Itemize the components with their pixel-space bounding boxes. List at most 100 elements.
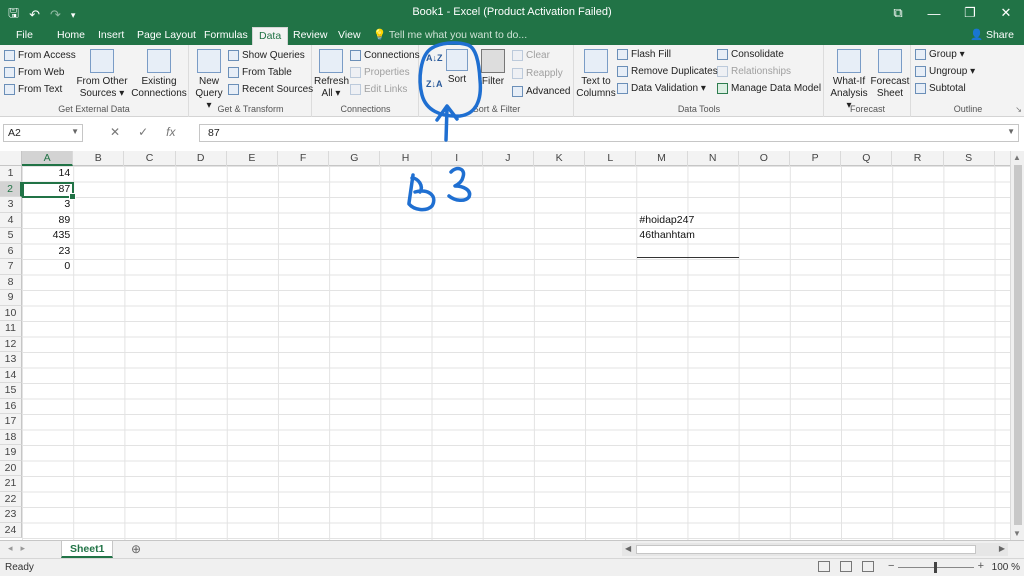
- tab-data[interactable]: Data: [252, 27, 289, 45]
- cancel-icon[interactable]: ✕: [110, 125, 120, 139]
- active-cell[interactable]: [22, 181, 76, 200]
- enter-icon[interactable]: ✓: [138, 125, 148, 139]
- recent-sources-button[interactable]: Recent Sources: [228, 84, 313, 95]
- column-header-b[interactable]: B: [73, 151, 125, 166]
- tab-file[interactable]: File: [10, 27, 39, 45]
- advanced-filter-button[interactable]: Advanced: [512, 86, 570, 97]
- row-header-8[interactable]: 8: [0, 274, 22, 290]
- scroll-down-icon[interactable]: ▼: [1013, 529, 1021, 538]
- column-header-j[interactable]: J: [483, 151, 534, 166]
- row-header-10[interactable]: 10: [0, 305, 22, 321]
- close-button[interactable]: ✕: [988, 0, 1024, 26]
- subtotal-button[interactable]: Subtotal: [915, 83, 966, 94]
- what-if-analysis-button[interactable]: What-If Analysis ▾: [828, 49, 870, 112]
- from-table-button[interactable]: From Table: [228, 67, 292, 78]
- properties-button[interactable]: Properties: [350, 67, 410, 78]
- column-header-k[interactable]: K: [534, 151, 586, 166]
- consolidate-button[interactable]: Consolidate: [717, 49, 784, 60]
- from-web-button[interactable]: From Web: [4, 67, 65, 78]
- sort-a-z-button[interactable]: A↓Z: [426, 53, 443, 63]
- cell-a4[interactable]: 89: [22, 213, 73, 229]
- chevron-down-icon[interactable]: ▼: [71, 127, 79, 136]
- vertical-scrollbar[interactable]: ▲ ▼: [1010, 151, 1024, 540]
- row-header-17[interactable]: 17: [0, 414, 22, 430]
- row-header-18[interactable]: 18: [0, 429, 22, 445]
- select-all-button[interactable]: [0, 151, 22, 166]
- row-header-24[interactable]: 24: [0, 522, 22, 538]
- column-header-p[interactable]: P: [790, 151, 842, 166]
- row-header-14[interactable]: 14: [0, 367, 22, 383]
- row-header-21[interactable]: 21: [0, 476, 22, 492]
- page-break-view-icon[interactable]: [862, 561, 874, 572]
- row-header-11[interactable]: 11: [0, 321, 22, 337]
- column-header-e[interactable]: E: [227, 151, 278, 166]
- row-header-6[interactable]: 6: [0, 243, 22, 259]
- from-other-sources-button[interactable]: From Other Sources ▾: [74, 49, 130, 100]
- hscroll-thumb[interactable]: [636, 545, 976, 554]
- share-button[interactable]: 👤 Share: [970, 28, 1014, 41]
- group-button[interactable]: Group ▾: [915, 49, 965, 60]
- scroll-left-icon[interactable]: ◀: [625, 544, 631, 553]
- column-header-q[interactable]: Q: [841, 151, 893, 166]
- cell-a7[interactable]: 0: [22, 259, 73, 275]
- manage-data-model-button[interactable]: Manage Data Model: [717, 83, 821, 94]
- scroll-thumb[interactable]: [1014, 165, 1022, 525]
- row-header-1[interactable]: 1: [0, 166, 22, 182]
- column-header-l[interactable]: L: [585, 151, 637, 166]
- connections-button[interactable]: Connections: [350, 50, 420, 61]
- row-header-13[interactable]: 13: [0, 352, 22, 368]
- tell-me-search[interactable]: 💡 Tell me what you want to do...: [373, 28, 527, 41]
- existing-connections-button[interactable]: Existing Connections: [130, 49, 188, 100]
- sort-z-a-button[interactable]: Z↓A: [426, 79, 443, 89]
- row-header-9[interactable]: 9: [0, 290, 22, 306]
- cell-grid[interactable]: 14 87 3 89 435 23 0 #hoidap247 46thanhtam: [22, 166, 1010, 540]
- new-query-button[interactable]: New Query ▾: [192, 49, 226, 112]
- row-header-20[interactable]: 20: [0, 460, 22, 476]
- relationships-button[interactable]: Relationships: [717, 66, 791, 77]
- row-header-7[interactable]: 7: [0, 259, 22, 275]
- ungroup-button[interactable]: Ungroup ▾: [915, 66, 975, 77]
- cell-a1[interactable]: 14: [22, 166, 73, 182]
- column-header-h[interactable]: H: [380, 151, 432, 166]
- normal-view-icon[interactable]: [818, 561, 830, 572]
- clear-filter-button[interactable]: Clear: [512, 50, 550, 61]
- zoom-out-icon[interactable]: −: [888, 560, 894, 572]
- zoom-knob[interactable]: [934, 562, 937, 573]
- column-header-a[interactable]: A: [22, 151, 74, 166]
- zoom-level[interactable]: 100 %: [992, 562, 1020, 573]
- filter-button[interactable]: Filter: [478, 49, 508, 88]
- insert-function-icon[interactable]: fx: [166, 125, 175, 139]
- row-header-16[interactable]: 16: [0, 398, 22, 414]
- ribbon-display-icon[interactable]: ⧉: [880, 0, 916, 26]
- name-box[interactable]: A2 ▼: [3, 124, 83, 142]
- tab-review[interactable]: Review: [287, 27, 333, 45]
- reapply-button[interactable]: Reapply: [512, 68, 563, 79]
- dialog-launcher-icon[interactable]: ↘: [1015, 105, 1022, 114]
- tab-page-layout[interactable]: Page Layout: [131, 27, 202, 45]
- data-validation-button[interactable]: Data Validation ▾: [617, 83, 706, 94]
- sort-button[interactable]: Sort: [444, 49, 470, 86]
- column-header-n[interactable]: N: [688, 151, 739, 166]
- flash-fill-button[interactable]: Flash Fill: [617, 49, 671, 60]
- refresh-all-button[interactable]: Refresh All ▾: [314, 49, 349, 100]
- column-header-s[interactable]: S: [944, 151, 995, 166]
- column-header-m[interactable]: M: [636, 151, 688, 166]
- zoom-in-icon[interactable]: +: [978, 560, 984, 572]
- tab-insert[interactable]: Insert: [92, 27, 130, 45]
- row-header-12[interactable]: 12: [0, 336, 22, 352]
- row-header-3[interactable]: 3: [0, 197, 22, 213]
- column-header-i[interactable]: I: [432, 151, 483, 166]
- page-layout-view-icon[interactable]: [840, 561, 852, 572]
- from-access-button[interactable]: From Access: [4, 50, 76, 61]
- row-header-23[interactable]: 23: [0, 507, 22, 523]
- column-header-r[interactable]: R: [892, 151, 944, 166]
- minimize-button[interactable]: —: [916, 0, 952, 26]
- text-to-columns-button[interactable]: Text to Columns: [576, 49, 616, 100]
- cell-m5[interactable]: 46thanhtam: [636, 228, 738, 244]
- column-header-f[interactable]: F: [278, 151, 330, 166]
- cell-a3[interactable]: 3: [22, 197, 73, 213]
- new-sheet-icon[interactable]: ⊕: [131, 542, 141, 556]
- show-queries-button[interactable]: Show Queries: [228, 50, 305, 61]
- column-header-d[interactable]: D: [176, 151, 227, 166]
- row-header-15[interactable]: 15: [0, 383, 22, 399]
